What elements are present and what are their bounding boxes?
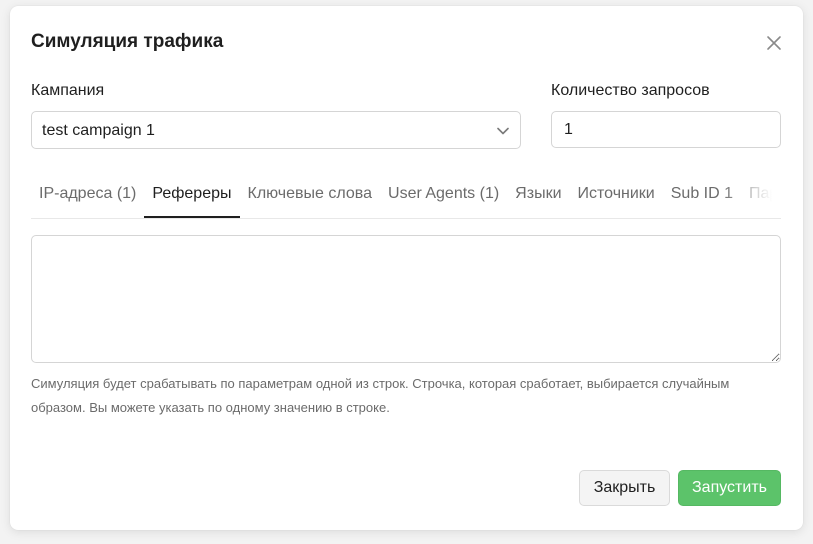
tab-8[interactable]: Пар (741, 174, 781, 218)
tab-5[interactable]: Языки (507, 174, 569, 218)
close-button[interactable]: Закрыть (579, 470, 670, 506)
tab-6[interactable]: Источники (570, 174, 663, 218)
tab-4[interactable]: User Agents (1) (380, 174, 507, 218)
tab-3[interactable]: Ключевые слова (240, 174, 381, 218)
request-count-input[interactable] (551, 111, 781, 148)
tab-1[interactable]: IP-адреса (1) (31, 174, 144, 218)
tab-7[interactable]: Sub ID 1 (663, 174, 741, 218)
traffic-simulation-dialog: Симуляция трафика Кампания test campaign… (10, 6, 803, 530)
dialog-title: Симуляция трафика (31, 31, 224, 52)
tabs-bar: IP-адреса (1) Рефереры Ключевые слова User … (31, 174, 781, 219)
tab-2[interactable]: Рефереры (144, 174, 240, 218)
chevron-down-icon (497, 127, 509, 135)
help-text: Симуляция будет срабатывать по параметра… (31, 376, 730, 415)
close-dialog-button[interactable] (764, 33, 784, 53)
request-count-label: Количество запросов (551, 82, 710, 99)
close-icon (767, 36, 781, 50)
values-textarea[interactable] (31, 235, 781, 363)
run-button[interactable]: Запустить (678, 470, 781, 506)
tab-list: IP-адреса (1) Рефереры Ключевые слова User … (31, 174, 781, 218)
campaign-select-value: test campaign 1 (42, 122, 155, 139)
campaign-label: Кампания (31, 82, 105, 99)
campaign-select[interactable]: test campaign 1 (31, 111, 521, 149)
